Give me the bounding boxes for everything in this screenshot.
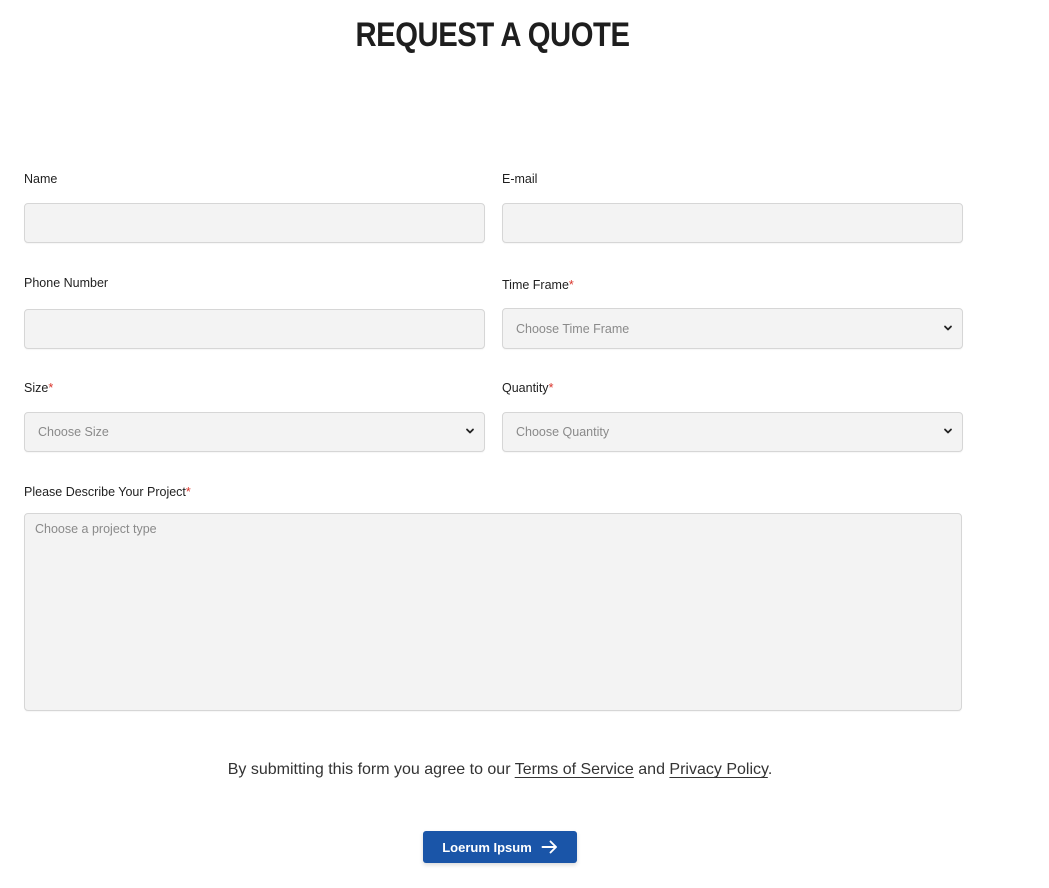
project-description-textarea[interactable]: Choose a project type	[24, 513, 962, 711]
privacy-policy-link[interactable]: Privacy Policy	[669, 761, 767, 778]
email-label-text: E-mail	[502, 172, 538, 186]
required-asterisk: *	[185, 485, 191, 499]
phone-input[interactable]	[24, 309, 485, 349]
size-select[interactable]: Choose Size	[24, 412, 485, 452]
consent-middle: and	[633, 761, 670, 778]
size-selected: Choose Size	[38, 425, 109, 439]
quantity-label: Quantity*	[502, 381, 553, 395]
arrow-right-icon	[541, 840, 557, 854]
name-label: Name	[24, 172, 57, 186]
consent-prefix: By submitting this form you agree to our	[227, 761, 515, 778]
size-label: Size*	[24, 381, 53, 395]
time-frame-label: Time Frame*	[502, 278, 574, 292]
consent-text: By submitting this form you agree to our…	[0, 761, 1000, 779]
time-frame-label-text: Time Frame	[502, 278, 569, 292]
quantity-select[interactable]: Choose Quantity	[502, 412, 963, 452]
submit-button-label: Loerum Ipsum	[442, 839, 532, 855]
required-asterisk: *	[548, 381, 554, 395]
phone-label: Phone Number	[24, 276, 108, 290]
phone-label-text: Phone Number	[24, 276, 109, 290]
time-frame-selected: Choose Time Frame	[516, 321, 630, 336]
email-input[interactable]	[502, 203, 963, 243]
project-placeholder: Choose a project type	[35, 522, 157, 536]
name-input[interactable]	[24, 203, 485, 243]
chevron-down-icon	[944, 325, 952, 330]
size-label-text: Size	[24, 381, 49, 395]
required-asterisk: *	[568, 278, 574, 292]
name-label-text: Name	[24, 172, 58, 186]
time-frame-select[interactable]: Choose Time Frame	[502, 308, 963, 349]
page-title: REQUEST A QUOTE	[355, 16, 630, 54]
terms-of-service-link[interactable]: Terms of Service	[515, 761, 634, 778]
consent-suffix: .	[767, 761, 773, 778]
project-label: Please Describe Your Project*	[24, 485, 191, 499]
submit-button[interactable]: Loerum Ipsum	[423, 831, 577, 863]
chevron-down-icon	[944, 428, 952, 434]
project-label-text: Please Describe Your Project	[24, 485, 186, 499]
required-asterisk: *	[48, 381, 54, 395]
chevron-down-icon	[466, 428, 474, 434]
quantity-label-text: Quantity	[502, 381, 549, 395]
email-label: E-mail	[502, 172, 537, 186]
quantity-selected: Choose Quantity	[516, 425, 610, 439]
